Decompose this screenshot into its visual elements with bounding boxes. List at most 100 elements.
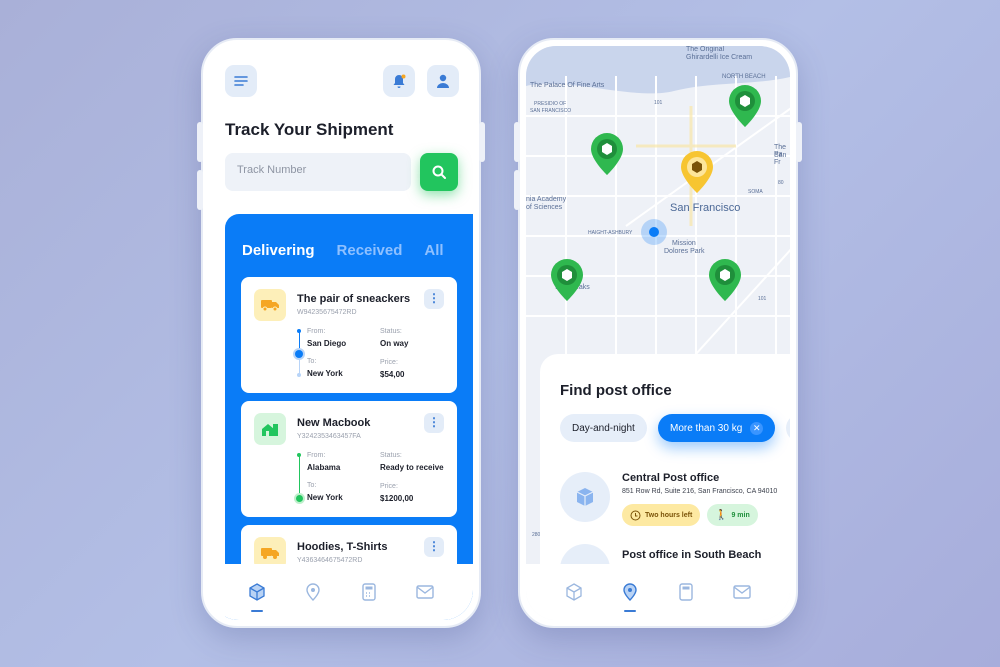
status-value: On way [380, 339, 409, 348]
nav-map[interactable] [618, 580, 642, 612]
clock-icon [630, 510, 641, 520]
map-label: NORTH BEACH [722, 74, 766, 80]
nav-shipments[interactable] [562, 580, 586, 604]
truck-icon [254, 289, 286, 321]
map-label: 101 [758, 296, 767, 302]
map-label: San Fr [774, 152, 787, 166]
more-options-button[interactable]: ⋮ [424, 537, 444, 557]
from-label: From: [307, 328, 326, 335]
status-label: Status: [380, 328, 402, 335]
post-office-pin[interactable] [590, 132, 624, 176]
walk-time: 9 min [731, 511, 750, 519]
phone-track-shipment: Track Your Shipment Track Number Deliver… [197, 38, 485, 628]
price-label: Price: [380, 483, 398, 490]
nav-messages[interactable] [730, 580, 754, 604]
user-icon [437, 74, 449, 88]
calculator-icon [362, 583, 376, 601]
location-icon [306, 583, 320, 601]
nav-calculator[interactable] [357, 580, 381, 604]
active-indicator [251, 610, 263, 612]
price-value: $1200,00 [380, 494, 414, 503]
map-label: HAIGHT-ASHBURY [588, 230, 633, 236]
price-value: $54,00 [380, 370, 405, 379]
menu-icon [234, 76, 248, 86]
map-label: Dolores Park [664, 248, 705, 255]
current-location-marker [641, 219, 667, 245]
shipment-name: New Macbook [297, 417, 371, 429]
mail-icon [416, 585, 434, 599]
panel-title: Find post office [560, 382, 672, 399]
walk-time-badge: 🚶 9 min [707, 504, 758, 526]
map-label: Ghirardelli Ice Cream [686, 54, 753, 61]
track-number-input[interactable]: Track Number [225, 153, 411, 191]
tracking-number: Y3242353463457FA [297, 433, 361, 440]
nav-map[interactable] [301, 580, 325, 604]
tracking-number: W94235675472RD [297, 309, 357, 316]
map-label: nia Academy [526, 196, 567, 203]
side-button [514, 122, 520, 162]
box-icon [249, 583, 265, 601]
filter-chip-active[interactable]: More than 30 kg ✕ [658, 414, 776, 442]
active-indicator [624, 610, 636, 612]
filter-chip[interactable]: Day-and-night [560, 414, 647, 442]
map-label: Mission [672, 240, 696, 247]
nav-messages[interactable] [413, 580, 437, 604]
map-label-city: San Francisco [670, 202, 741, 214]
map-label: PRESIDIO OF [534, 101, 567, 107]
route-dot-current [295, 350, 303, 358]
office-address: 851 Row Rd, Suite 216, San Francisco, CA… [622, 488, 778, 495]
map-label: The Palace Of Fine Arts [530, 82, 605, 89]
nav-shipments[interactable] [245, 580, 269, 612]
map-label: SOMA [748, 189, 763, 195]
post-office-pin-selected[interactable] [680, 150, 714, 194]
mail-icon [733, 585, 751, 599]
tabs: Delivering Received All [242, 242, 466, 260]
menu-button[interactable] [225, 65, 257, 97]
side-button [197, 122, 203, 162]
screen: The Original Ghirardelli Ice Cream NORTH… [526, 46, 790, 620]
to-value: New York [307, 369, 343, 378]
shipment-name: The pair of sneackers [297, 293, 411, 305]
filter-label: More than 30 kg [670, 422, 743, 434]
from-value: Alabama [307, 463, 341, 472]
from-label: From: [307, 452, 326, 459]
profile-button[interactable] [427, 65, 459, 97]
screen: Track Your Shipment Track Number Deliver… [209, 46, 473, 620]
bell-icon [393, 74, 406, 88]
side-button [479, 122, 485, 162]
post-office-pin[interactable] [708, 258, 742, 302]
map-label: of Sciences [526, 204, 563, 211]
bottom-nav [526, 564, 790, 620]
shipment-card[interactable]: The pair of sneackers W94235675472RD ⋮ F… [241, 277, 457, 393]
box-icon [576, 488, 594, 506]
post-office-pin[interactable] [728, 84, 762, 128]
office-name[interactable]: Central Post office [622, 472, 719, 484]
price-label: Price: [380, 359, 398, 366]
nav-calculator[interactable] [674, 580, 698, 604]
map-label: 101 [654, 100, 663, 106]
tab-received[interactable]: Received [337, 242, 403, 259]
route-dot [297, 373, 301, 377]
to-label: To: [307, 358, 317, 365]
tab-delivering[interactable]: Delivering [242, 242, 315, 259]
bottom-nav [209, 564, 473, 620]
notifications-button[interactable] [383, 65, 415, 97]
shipment-card[interactable]: New Macbook Y3242353463457FA ⋮ From: Ala… [241, 401, 457, 517]
remove-filter-icon[interactable]: ✕ [750, 421, 764, 435]
map-label: The Original [686, 46, 725, 53]
search-button[interactable] [420, 153, 458, 191]
more-options-button[interactable]: ⋮ [424, 289, 444, 309]
phone-find-post-office: The Original Ghirardelli Ice Cream NORTH… [514, 38, 802, 628]
route-dot [297, 453, 301, 457]
to-label: To: [307, 482, 317, 489]
office-name[interactable]: Post office in South Beach [622, 549, 761, 561]
tab-all[interactable]: All [424, 242, 443, 259]
status-label: Status: [380, 452, 402, 459]
page-title: Track Your Shipment [225, 120, 394, 139]
walking-icon: 🚶 [715, 509, 728, 521]
more-options-button[interactable]: ⋮ [424, 413, 444, 433]
post-office-pin[interactable] [550, 258, 584, 302]
location-icon [623, 583, 637, 601]
time-left-badge: Two hours left [622, 504, 701, 526]
filter-chip[interactable] [786, 414, 790, 442]
